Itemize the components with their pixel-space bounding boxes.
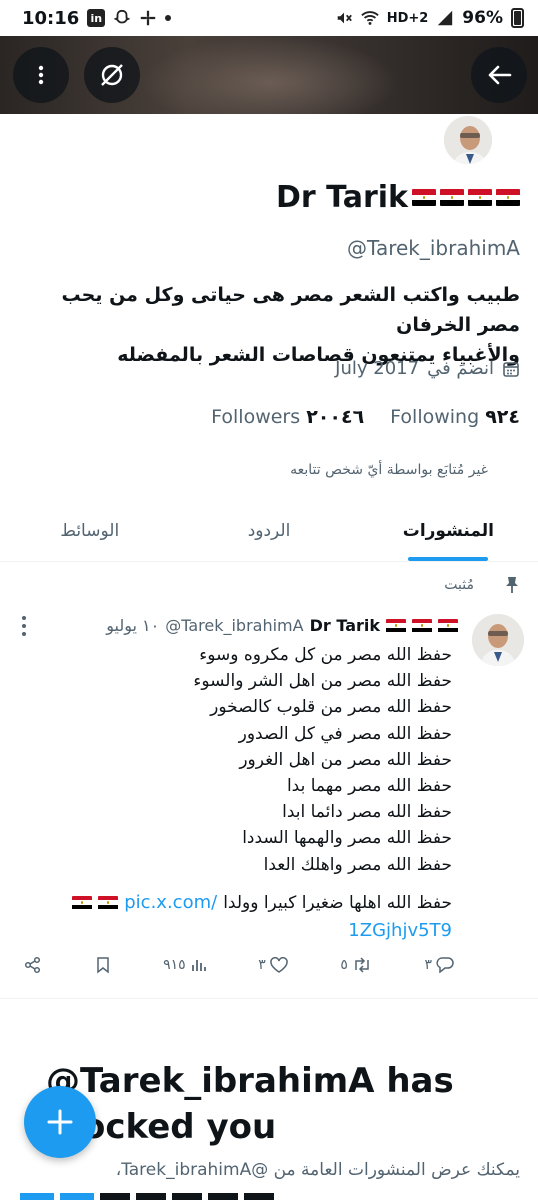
egypt-flag-icon bbox=[438, 618, 458, 633]
joined-date-value: July 2017 bbox=[335, 358, 420, 379]
egypt-flag-icon bbox=[412, 618, 432, 633]
like-action[interactable]: ٣ bbox=[258, 957, 288, 973]
tab-posts[interactable]: المنشورات bbox=[359, 500, 538, 561]
status-bar: 10:16 in HD+2 96% bbox=[0, 0, 538, 36]
network-label: HD+2 bbox=[386, 10, 429, 26]
post-date[interactable]: ١٠ يوليو bbox=[106, 616, 159, 635]
repost-count: ٥ bbox=[340, 957, 348, 973]
following-label: Following bbox=[390, 406, 480, 428]
post-author-name[interactable]: Dr Tarik bbox=[310, 616, 380, 635]
profile-tabs: المنشورات الردود الوسائط bbox=[0, 500, 538, 562]
avatar-image bbox=[472, 614, 524, 666]
divider bbox=[0, 998, 538, 999]
back-arrow-icon bbox=[488, 65, 512, 85]
blocked-title: @Tarek_ibrahimA has blocked you bbox=[46, 1061, 454, 1147]
share-icon[interactable] bbox=[24, 956, 42, 974]
egypt-flag-icon bbox=[468, 189, 492, 206]
more-button[interactable] bbox=[13, 47, 69, 103]
snapchat-icon bbox=[113, 9, 131, 24]
reply-icon bbox=[436, 957, 454, 973]
mute-icon bbox=[337, 12, 352, 24]
profile-handle: @Tarek_ibrahimA bbox=[347, 236, 520, 260]
post-media-link-cont[interactable]: 1ZGjhjv5T9 bbox=[348, 920, 452, 941]
not-followed-note: غير مُتابَع بواسطة أيّ شخص تتابعه bbox=[290, 462, 488, 478]
post-line: حفظ الله مصر من اهل الشر والسوء bbox=[193, 671, 452, 692]
post-header: ١٠ يوليو @Tarek_ibrahimA Dr Tarik bbox=[106, 616, 458, 635]
views-action[interactable]: ٩١٥ bbox=[163, 957, 206, 973]
profile-banner bbox=[0, 36, 538, 114]
egypt-flag-icon bbox=[72, 895, 93, 910]
post-last-line: pic.x.com/ حفظ الله اهلها ضغيرا كبيرا وو… bbox=[72, 892, 452, 913]
followers-label: Followers bbox=[211, 406, 301, 428]
egypt-flag-icon bbox=[496, 189, 520, 206]
status-time: 10:16 bbox=[22, 7, 80, 29]
post-more-button[interactable] bbox=[20, 616, 28, 636]
egypt-flag-icon bbox=[412, 189, 436, 206]
post-line: حفظ الله مصر مهما بدا bbox=[286, 776, 452, 797]
battery-percent: 96% bbox=[462, 8, 503, 28]
wifi-icon bbox=[360, 11, 379, 25]
following-count: ٩٢٤ bbox=[485, 406, 520, 428]
post-avatar[interactable] bbox=[472, 614, 524, 666]
pinned-indicator: مُثبت bbox=[444, 576, 520, 594]
signal-icon bbox=[438, 10, 453, 26]
post-actions: ٩١٥ ٣ ٥ ٣ bbox=[24, 956, 454, 974]
post-line: حفظ الله مصر من كل مكروه وسوء bbox=[199, 645, 452, 665]
post-line: حفظ الله مصر واهلك العدا bbox=[263, 854, 452, 875]
more-vertical-icon bbox=[38, 65, 44, 85]
compose-plus-icon bbox=[47, 1109, 73, 1135]
repost-icon bbox=[355, 957, 369, 973]
post-author-handle[interactable]: @Tarek_ibrahimA bbox=[165, 616, 303, 635]
post-line: حفظ الله مصر والهمها السددا bbox=[242, 828, 452, 849]
post-line: حفظ الله مصر دائما ابدا bbox=[282, 802, 452, 823]
views-count: ٩١٥ bbox=[163, 957, 186, 973]
reply-action[interactable]: ٣ bbox=[424, 957, 454, 973]
followers-link[interactable]: Followers ٢٠٠٤٦ bbox=[211, 406, 364, 428]
following-link[interactable]: Following ٩٢٤ bbox=[390, 406, 520, 428]
pinwheel-icon bbox=[141, 10, 156, 26]
bottom-strip bbox=[0, 1188, 538, 1200]
post-line: حفظ الله مصر من قلوب كالصخور bbox=[210, 697, 452, 718]
egypt-flag-icon bbox=[98, 895, 119, 910]
like-icon bbox=[270, 957, 288, 973]
egypt-flag-icon bbox=[440, 189, 464, 206]
post-media-link[interactable]: pic.x.com/ bbox=[124, 892, 217, 913]
profile-avatar[interactable] bbox=[442, 114, 494, 166]
tab-replies[interactable]: الردود bbox=[179, 500, 358, 561]
back-button[interactable] bbox=[471, 47, 527, 103]
calendar-icon bbox=[503, 361, 519, 377]
grok-button[interactable] bbox=[84, 47, 140, 103]
followers-count: ٢٠٠٤٦ bbox=[306, 406, 365, 428]
tab-media[interactable]: الوسائط bbox=[0, 500, 179, 561]
post-line: حفظ الله اهلها ضغيرا كبيرا وولدا bbox=[223, 892, 452, 913]
profile-display-name: Dr Tarik bbox=[275, 180, 408, 215]
battery-icon bbox=[511, 8, 524, 28]
bookmark-icon[interactable] bbox=[95, 956, 111, 974]
avatar-image bbox=[444, 116, 492, 164]
follow-stats: Followers ٢٠٠٤٦ Following ٩٢٤ bbox=[211, 406, 520, 428]
dot-icon bbox=[165, 15, 172, 21]
like-count: ٣ bbox=[258, 957, 266, 973]
linkedin-icon: in bbox=[87, 9, 106, 27]
reply-count: ٣ bbox=[424, 957, 432, 973]
post-line: حفظ الله مصر في كل الصدور bbox=[238, 723, 452, 744]
grok-icon bbox=[101, 64, 123, 86]
blocked-subtitle: يمكنك عرض المنشورات العامة من @Tarek_ibr… bbox=[115, 1160, 520, 1180]
post-text: حفظ الله مصر من كل مكروه وسوء حفظ الله م… bbox=[32, 642, 452, 878]
joined-label: انضمَ في bbox=[427, 358, 494, 379]
egypt-flag-icon bbox=[386, 618, 406, 633]
pinned-label: مُثبت bbox=[444, 577, 474, 593]
views-icon bbox=[191, 960, 206, 971]
joined-date: July 2017 انضمَ في bbox=[335, 358, 520, 379]
compose-button[interactable] bbox=[24, 1086, 96, 1158]
repost-action[interactable]: ٥ bbox=[340, 957, 372, 973]
pin-icon bbox=[506, 577, 518, 593]
profile-name-row: Dr Tarik bbox=[276, 180, 520, 215]
bio-line: طبيب واكتب الشعر مصر هى حياتى وكل من يحب… bbox=[61, 284, 520, 336]
profile-bio: طبيب واكتب الشعر مصر هى حياتى وكل من يحب… bbox=[15, 280, 520, 370]
post-line: حفظ الله مصر من اهل الغرور bbox=[239, 749, 452, 770]
